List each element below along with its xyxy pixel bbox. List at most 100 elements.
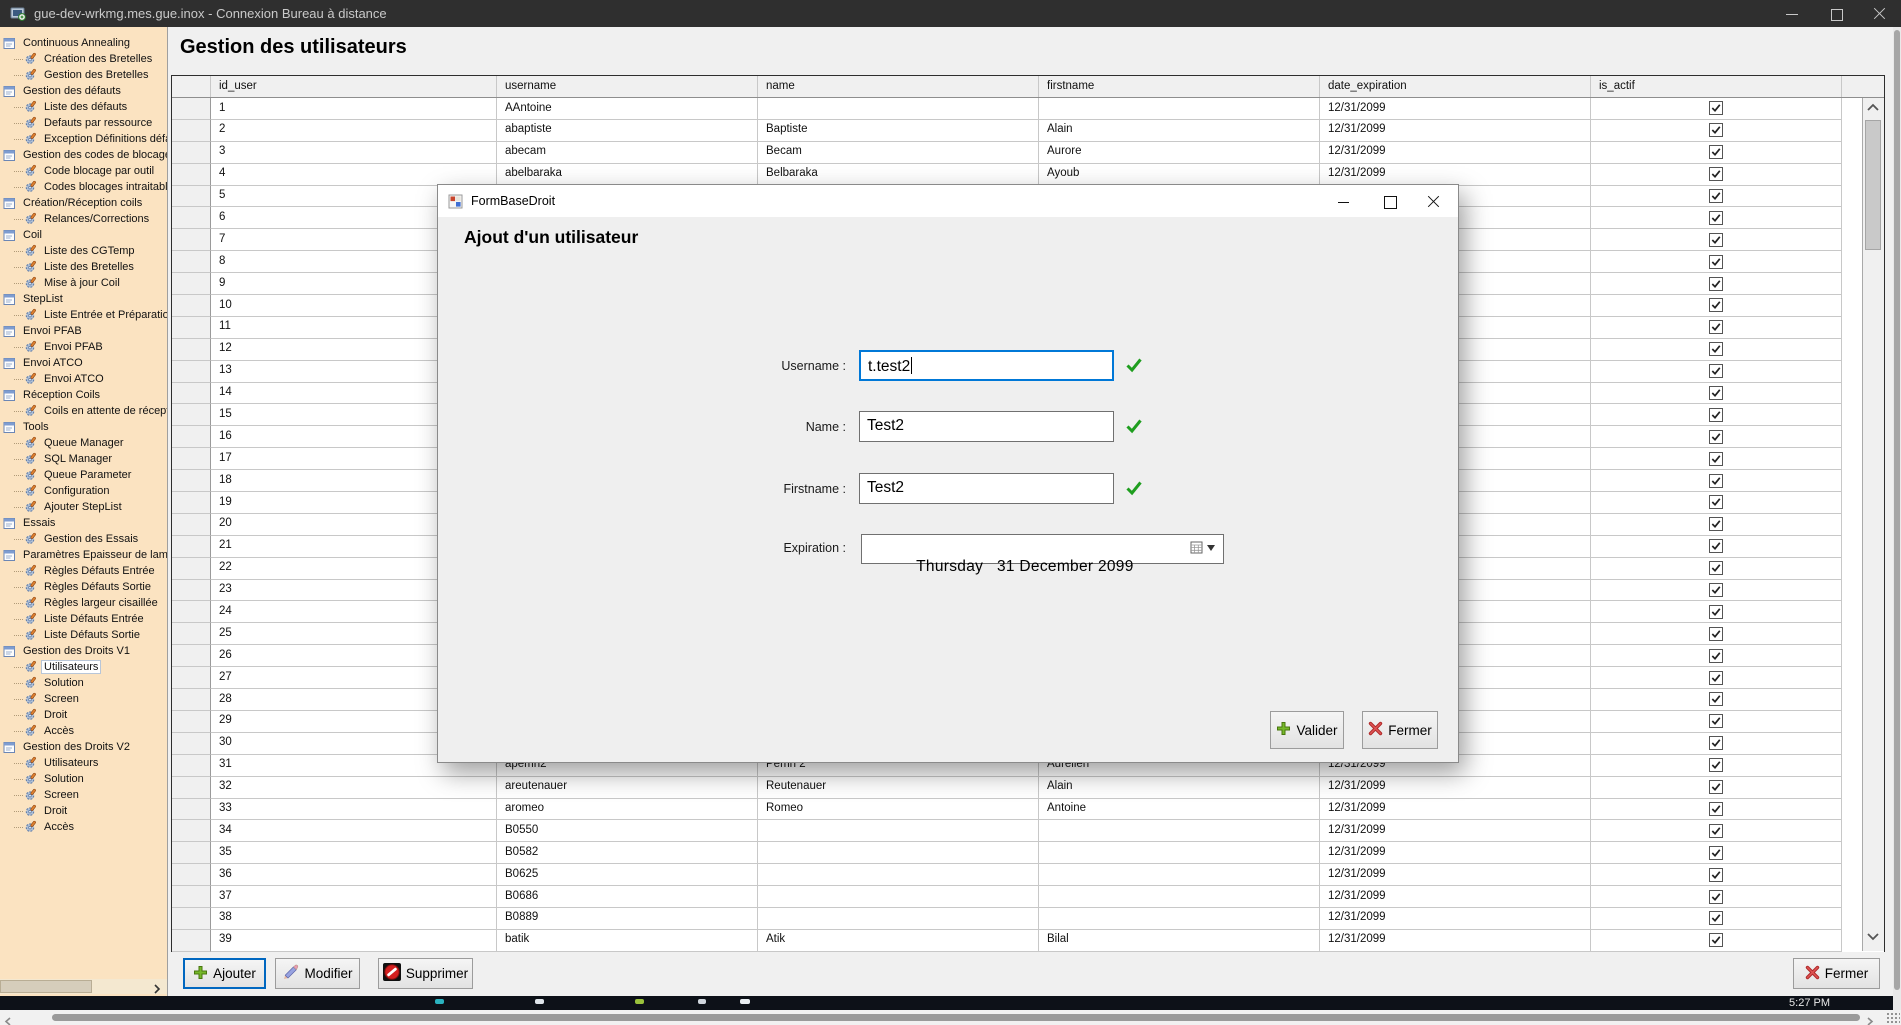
row-header-cell[interactable] (172, 317, 211, 339)
checkbox-checked[interactable] (1709, 890, 1723, 904)
checkbox-checked[interactable] (1709, 364, 1723, 378)
scroll-up-icon[interactable] (1865, 100, 1881, 121)
sidebar-item[interactable]: Réception Coils (0, 387, 168, 403)
row-header-cell[interactable] (172, 623, 211, 645)
checkbox-checked[interactable] (1709, 408, 1723, 422)
checkbox-checked[interactable] (1709, 517, 1723, 531)
checkbox-checked[interactable] (1709, 649, 1723, 663)
sidebar-item[interactable]: Règles Défauts Entrée (0, 563, 168, 579)
checkbox-checked[interactable] (1709, 780, 1723, 794)
sidebar-item[interactable]: SQL Manager (0, 451, 168, 467)
table-row[interactable]: 35B058212/31/2099 (172, 842, 1884, 864)
row-header-cell[interactable] (172, 820, 211, 842)
row-header-cell[interactable] (172, 120, 211, 142)
sidebar-item[interactable]: Mise à jour Coil (0, 275, 168, 291)
table-vertical-scrollbar[interactable] (1862, 98, 1884, 951)
checkbox-checked[interactable] (1709, 561, 1723, 575)
sidebar-item[interactable]: Gestion des Bretelles (0, 67, 168, 83)
sidebar-item[interactable]: Droit (0, 803, 168, 819)
checkbox-checked[interactable] (1709, 495, 1723, 509)
sidebar-item[interactable]: Queue Manager (0, 435, 168, 451)
table-row[interactable]: 32areutenauerReutenauerAlain12/31/2099 (172, 777, 1884, 799)
row-header-cell[interactable] (172, 645, 211, 667)
sidebar-item[interactable]: Gestion des défauts (0, 83, 168, 99)
row-header-cell[interactable] (172, 164, 211, 186)
sidebar-item[interactable]: Liste Entrée et Préparation (0, 307, 168, 323)
sidebar-item[interactable]: Relances/Corrections (0, 211, 168, 227)
sidebar-item[interactable]: Coil (0, 227, 168, 243)
row-header-cell[interactable] (172, 295, 211, 317)
checkbox-checked[interactable] (1709, 233, 1723, 247)
sidebar-item[interactable]: Droit (0, 707, 168, 723)
dialog-titlebar[interactable]: FormBaseDroit (438, 185, 1458, 217)
row-header-cell[interactable] (172, 142, 211, 164)
checkbox-checked[interactable] (1709, 474, 1723, 488)
rdp-vertical-scrollbar[interactable] (1893, 27, 1901, 1010)
row-header-cell[interactable] (172, 514, 211, 536)
row-header-cell[interactable] (172, 207, 211, 229)
row-header-cell[interactable] (172, 383, 211, 405)
taskbar-icon[interactable] (740, 999, 750, 1004)
checkbox-checked[interactable] (1709, 802, 1723, 816)
column-header-name[interactable]: name (758, 76, 1039, 97)
sidebar-item[interactable]: Coils en attente de réception (0, 403, 168, 419)
checkbox-checked[interactable] (1709, 671, 1723, 685)
sidebar-item[interactable]: Tools (0, 419, 168, 435)
table-row[interactable]: 38B088912/31/2099 (172, 908, 1884, 930)
sidebar-item[interactable]: Codes blocages intraitables (0, 179, 168, 195)
checkbox-checked[interactable] (1709, 824, 1723, 838)
row-header-cell[interactable] (172, 273, 211, 295)
sidebar-item[interactable]: Queue Parameter (0, 467, 168, 483)
checkbox-checked[interactable] (1709, 911, 1723, 925)
checkbox-checked[interactable] (1709, 736, 1723, 750)
taskbar-icon[interactable] (635, 999, 644, 1004)
rdp-vscroll-thumb[interactable] (1894, 30, 1900, 990)
checkbox-checked[interactable] (1709, 539, 1723, 553)
scroll-down-icon[interactable] (1865, 928, 1881, 949)
checkbox-checked[interactable] (1709, 145, 1723, 159)
sidebar-item[interactable]: Gestion des Droits V2 (0, 739, 168, 755)
table-row[interactable]: 3abecamBecamAurore12/31/2099 (172, 142, 1884, 164)
sidebar-item[interactable]: Solution (0, 675, 168, 691)
row-header-cell[interactable] (172, 930, 211, 952)
checkbox-checked[interactable] (1709, 868, 1723, 882)
row-header-cell[interactable] (172, 339, 211, 361)
checkbox-checked[interactable] (1709, 758, 1723, 772)
checkbox-checked[interactable] (1709, 386, 1723, 400)
sidebar-item[interactable]: Liste Défauts Sortie (0, 627, 168, 643)
checkbox-checked[interactable] (1709, 627, 1723, 641)
dialog-close-icon[interactable] (1427, 195, 1440, 208)
checkbox-checked[interactable] (1709, 430, 1723, 444)
sidebar-scrollbar-thumb[interactable] (0, 980, 92, 993)
checkbox-checked[interactable] (1709, 320, 1723, 334)
table-row[interactable]: 33aromeoRomeoAntoine12/31/2099 (172, 799, 1884, 821)
sidebar-item[interactable]: Continuous Annealing (0, 35, 168, 51)
dialog-minimize-icon[interactable] (1337, 195, 1350, 208)
dialog-close-button[interactable]: Fermer (1362, 711, 1438, 749)
row-header-cell[interactable] (172, 842, 211, 864)
column-header-is_actif[interactable]: is_actif (1591, 76, 1842, 97)
modify-user-button[interactable]: Modifier (275, 958, 360, 989)
row-header-cell[interactable] (172, 886, 211, 908)
add-user-button[interactable]: Ajouter (183, 958, 266, 989)
close-app-button[interactable]: Fermer (1793, 958, 1880, 989)
calendar-dropdown-icon[interactable] (1190, 541, 1215, 554)
column-header-firstname[interactable]: firstname (1039, 76, 1320, 97)
checkbox-checked[interactable] (1709, 846, 1723, 860)
checkbox-checked[interactable] (1709, 298, 1723, 312)
minimize-icon[interactable] (1785, 7, 1799, 21)
row-header-cell[interactable] (172, 799, 211, 821)
sidebar-item[interactable]: Configuration (0, 483, 168, 499)
sidebar-item[interactable]: Envoi ATCO (0, 371, 168, 387)
sidebar-item[interactable]: Screen (0, 787, 168, 803)
delete-user-button[interactable]: Supprimer (378, 958, 473, 989)
username-field[interactable]: t.test2 (859, 350, 1114, 381)
sidebar-item[interactable]: Gestion des Droits V1 (0, 643, 168, 659)
row-header-cell[interactable] (172, 580, 211, 602)
sidebar-item[interactable]: Règles Défauts Sortie (0, 579, 168, 595)
checkbox-checked[interactable] (1709, 189, 1723, 203)
checkbox-checked[interactable] (1709, 452, 1723, 466)
checkbox-checked[interactable] (1709, 123, 1723, 137)
sidebar-horizontal-scrollbar[interactable] (0, 979, 167, 994)
checkbox-checked[interactable] (1709, 211, 1723, 225)
